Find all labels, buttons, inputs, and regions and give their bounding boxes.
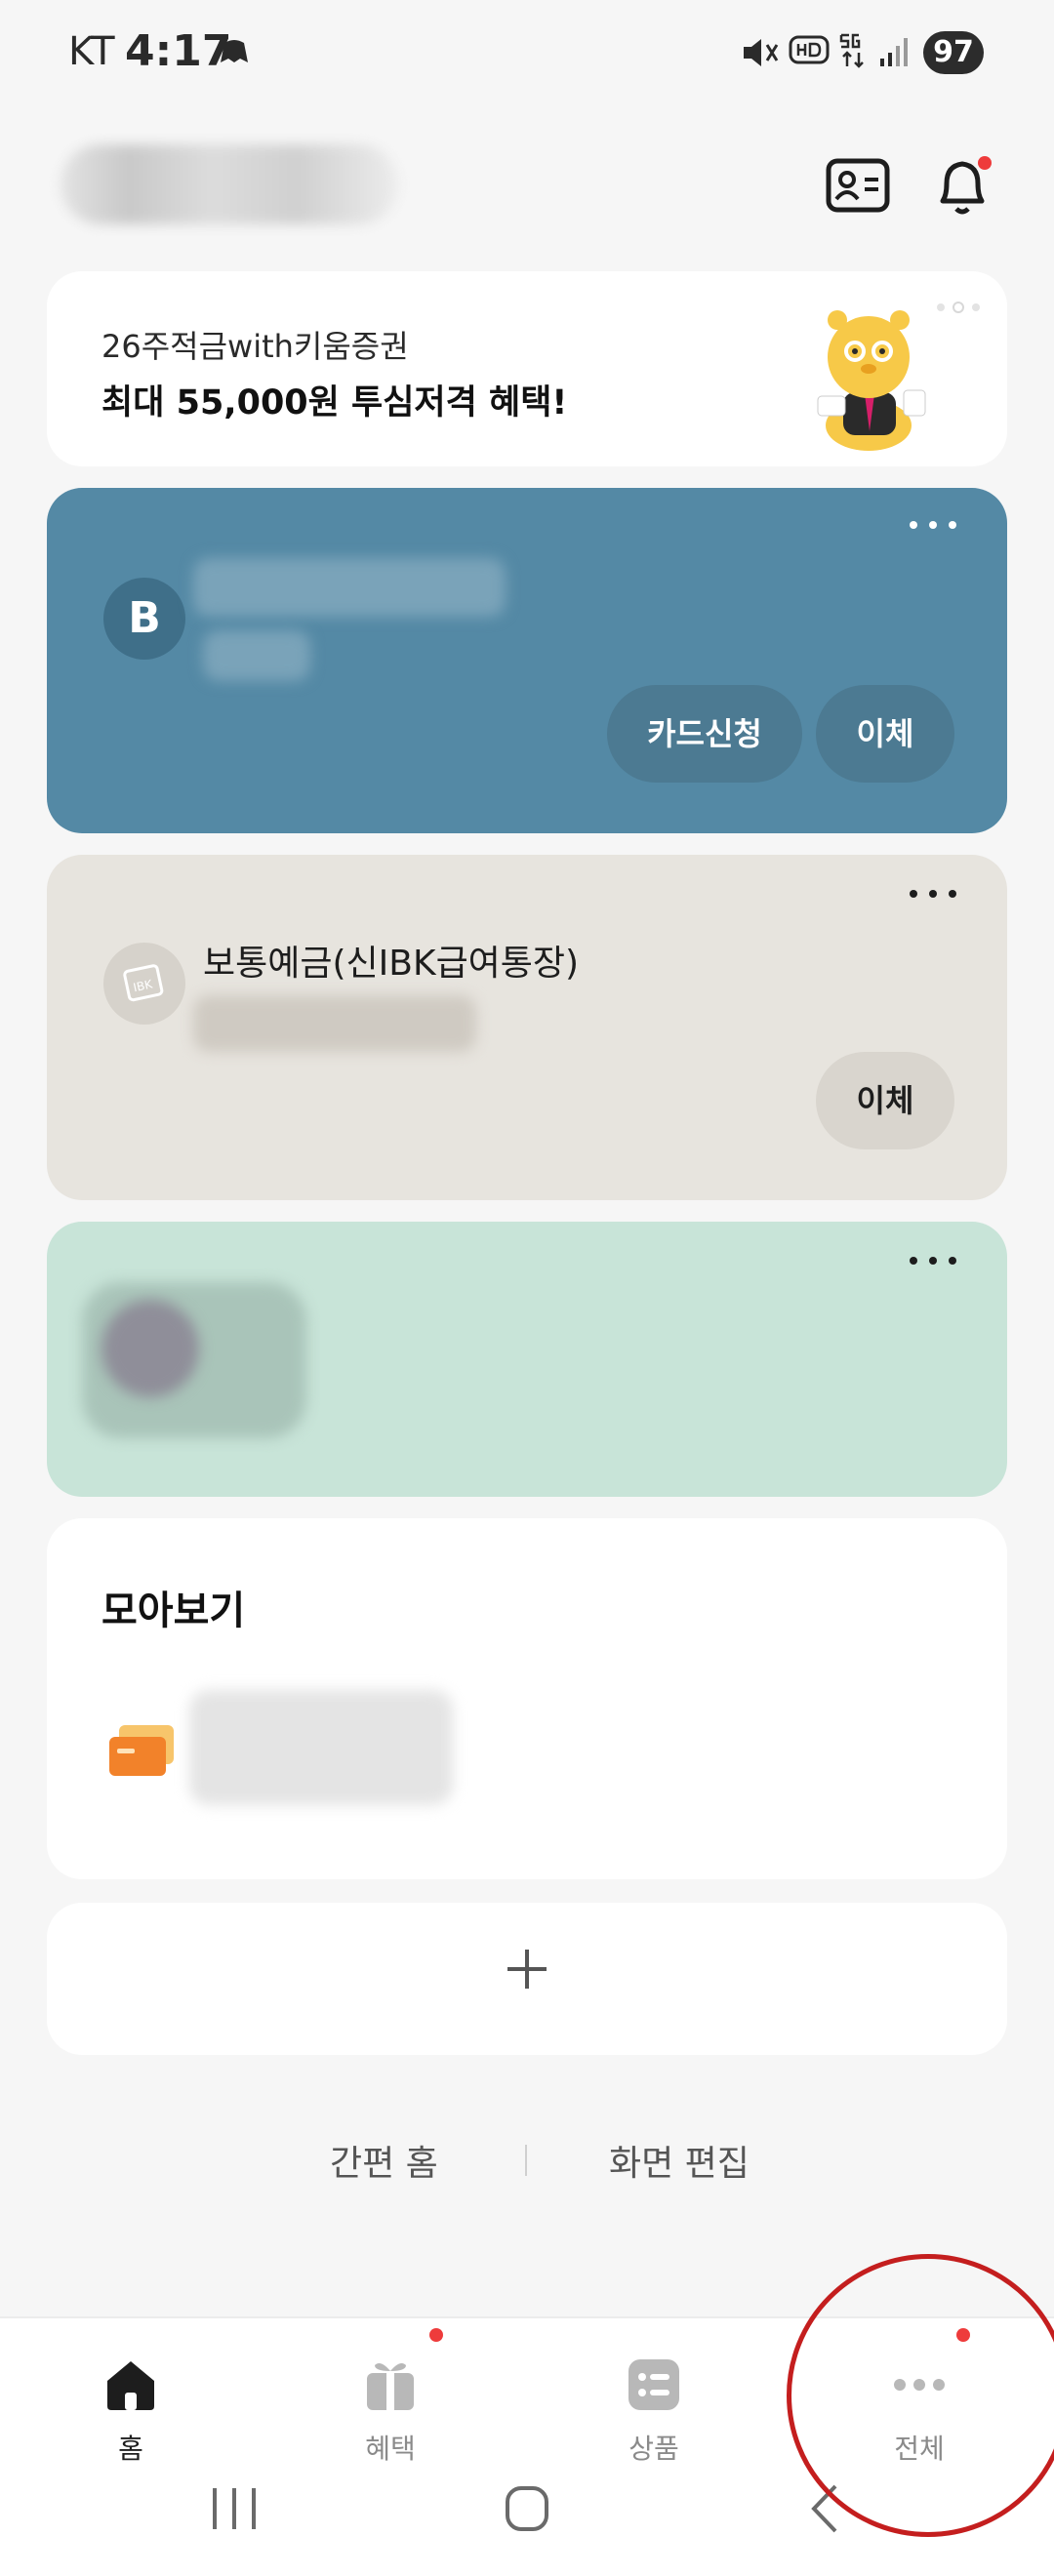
profile-name-redacted[interactable]	[61, 144, 398, 224]
banner-page-indicator	[937, 302, 980, 313]
more-options-icon[interactable]	[904, 515, 962, 535]
app-screen: KT 4:17 97 26주적금with키움증권 최대 55,000원 투심저격…	[0, 0, 1054, 2576]
nav-label: 혜택	[365, 2433, 416, 2465]
status-bar: KT 4:17 97	[0, 0, 1054, 117]
moa-section[interactable]: 모아보기	[47, 1518, 1007, 1879]
gift-icon	[367, 2363, 414, 2410]
nav-label: 홈	[118, 2433, 143, 2465]
summary-info-redacted	[189, 1690, 453, 1805]
highlight-circle	[787, 2254, 1054, 2537]
mascot-character-icon	[817, 310, 926, 451]
account-balance-redacted	[193, 995, 476, 1052]
promo-banner[interactable]: 26주적금with키움증권 최대 55,000원 투심저격 혜택!	[47, 271, 1007, 466]
divider	[525, 2145, 527, 2176]
home-button-icon[interactable]	[506, 2486, 548, 2531]
account-name-redacted	[193, 558, 506, 617]
game-app-icon	[221, 40, 248, 62]
transfer-button[interactable]: 이체	[816, 685, 954, 783]
add-section[interactable]	[47, 1903, 1007, 2055]
nav-benefits[interactable]: 혜택	[312, 2348, 468, 2465]
home-icon	[107, 2361, 154, 2410]
simple-home-link[interactable]: 간편 홈	[330, 2135, 438, 2186]
id-card-icon[interactable]	[826, 158, 890, 213]
battery-level: 97	[923, 31, 984, 74]
promo-title: 최대 55,000원 투심저격 혜택!	[101, 383, 568, 423]
account-card-third[interactable]	[47, 1222, 1007, 1497]
nav-label: 상품	[628, 2433, 679, 2465]
nav-products[interactable]: 상품	[576, 2348, 732, 2465]
section-heading: 모아보기	[101, 1589, 246, 1633]
bank-logo-icon: B	[103, 578, 185, 660]
account-card-primary[interactable]: B 카드신청 이체	[47, 488, 1007, 833]
account-balance-redacted	[203, 630, 310, 681]
plus-icon[interactable]	[502, 1944, 552, 1994]
account-title: 보통예금(신IBK급여통장)	[203, 944, 580, 984]
account-logo-redacted	[101, 1300, 199, 1397]
product-list-icon	[628, 2359, 679, 2410]
5g-icon	[839, 33, 864, 68]
card-stack-icon	[109, 1725, 174, 1776]
recent-apps-icon[interactable]	[213, 2488, 256, 2529]
account-card-ibk[interactable]: IBK 보통예금(신IBK급여통장) 이체	[47, 855, 1007, 1200]
edit-screen-link[interactable]: 화면 편집	[609, 2135, 750, 2186]
footer-links: 간편 홈 화면 편집	[0, 2129, 1054, 2188]
ibk-logo-icon: IBK	[103, 943, 185, 1025]
carrier-label: KT	[68, 29, 115, 74]
transfer-button[interactable]: 이체	[816, 1052, 954, 1149]
benefits-badge	[429, 2328, 443, 2342]
signal-icon	[880, 38, 908, 66]
hd-voice-icon	[789, 35, 830, 64]
more-options-icon[interactable]	[904, 1251, 962, 1270]
promo-subtitle: 26주적금with키움증권	[101, 328, 409, 365]
card-apply-button[interactable]: 카드신청	[607, 685, 802, 783]
more-options-icon[interactable]	[904, 884, 962, 904]
svg-text:IBK: IBK	[132, 977, 154, 994]
mute-icon	[744, 39, 779, 66]
nav-home[interactable]: 홈	[53, 2348, 209, 2465]
notification-badge	[978, 156, 992, 170]
